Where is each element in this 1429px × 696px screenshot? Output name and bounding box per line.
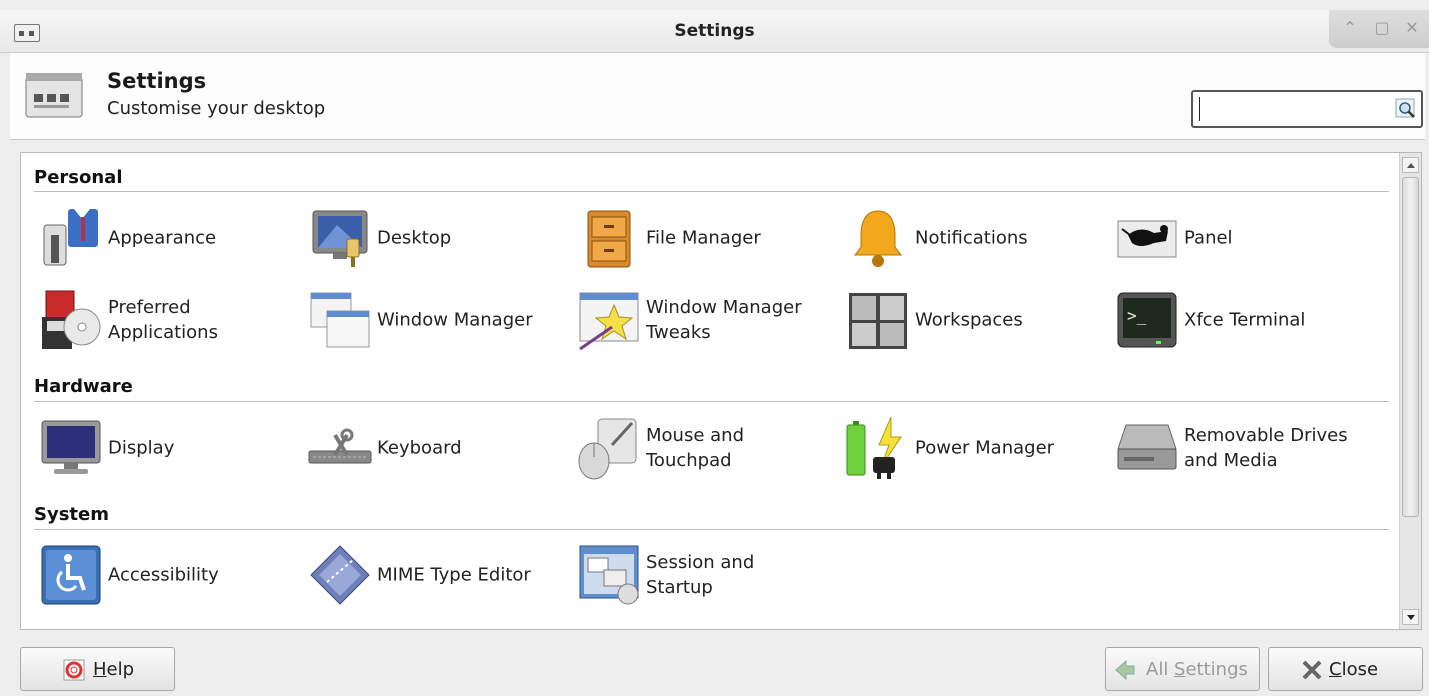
close-icon[interactable]: ✕ — [1403, 19, 1421, 37]
item-desktop[interactable]: Desktop — [307, 205, 572, 271]
item-label: Session and Startup — [646, 552, 755, 598]
item-label: Power Manager — [915, 437, 1055, 459]
battery-icon — [846, 416, 902, 479]
drive-icon — [1117, 424, 1177, 470]
all-settings-button[interactable]: All Settings — [1105, 647, 1260, 691]
item-power-manager[interactable]: Power Manager — [845, 415, 1110, 481]
desktop-icon — [312, 210, 368, 267]
item-xfce-terminal[interactable]: >_ Xfce Terminal — [1114, 287, 1379, 353]
item-removable-drives[interactable]: Removable Drives and Media — [1114, 415, 1379, 481]
header-subtitle: Customise your desktop — [107, 98, 326, 119]
bell-icon — [854, 210, 902, 267]
item-label: Mouse and Touchpad — [646, 425, 744, 471]
search-input[interactable] — [1191, 90, 1423, 128]
item-label: MIME Type Editor — [377, 564, 531, 586]
scrollbar-thumb[interactable] — [1402, 177, 1419, 517]
search-icon[interactable] — [1395, 98, 1417, 120]
item-file-manager[interactable]: File Manager — [576, 205, 841, 271]
item-label: Display — [108, 437, 175, 459]
item-window-manager-tweaks[interactable]: Window Manager Tweaks — [576, 287, 841, 353]
item-label: Notifications — [915, 227, 1028, 249]
item-notifications[interactable]: Notifications — [845, 205, 1110, 271]
display-icon — [41, 420, 101, 474]
mime-icon — [310, 545, 370, 605]
item-label: Workspaces — [915, 309, 1023, 331]
section-title-personal: Personal — [34, 167, 123, 188]
terminal-icon: >_ — [1117, 292, 1177, 348]
item-label: Xfce Terminal — [1184, 309, 1306, 331]
file-manager-icon — [587, 210, 631, 268]
item-display[interactable]: Display — [38, 415, 303, 481]
item-accessibility[interactable]: Accessibility — [38, 542, 303, 608]
panel-icon — [1117, 220, 1177, 258]
preferred-applications-icon — [42, 290, 101, 349]
all-settings-button-label: All Settings — [1146, 659, 1248, 680]
help-button-label: Help — [93, 659, 135, 680]
item-label: Accessibility — [108, 564, 219, 586]
item-window-manager[interactable]: Window Manager — [307, 287, 572, 353]
item-keyboard[interactable]: Keyboard — [307, 415, 572, 481]
section-title-hardware: Hardware — [34, 376, 133, 397]
item-label: Keyboard — [377, 437, 462, 459]
window-controls: ⌃ ▢ ✕ — [1329, 10, 1429, 48]
section-divider — [34, 401, 1389, 402]
close-x-icon — [1302, 660, 1322, 680]
accessibility-icon — [41, 545, 101, 605]
section-divider — [34, 529, 1389, 530]
section-divider — [34, 191, 1389, 192]
back-arrow-icon — [1115, 659, 1135, 681]
minimize-icon[interactable]: ⌃ — [1341, 19, 1359, 37]
section-title-system: System — [34, 504, 109, 525]
item-preferred-applications[interactable]: Preferred Applications — [38, 287, 303, 353]
item-label: Desktop — [377, 227, 452, 249]
header-title: Settings — [107, 69, 207, 93]
item-mime-type-editor[interactable]: MIME Type Editor — [307, 542, 572, 608]
settings-list: Personal Appearance Desktop File Manager… — [20, 152, 1422, 630]
help-button[interactable]: Help — [20, 647, 175, 691]
window-title: Settings — [674, 21, 755, 41]
item-label: Appearance — [108, 227, 217, 249]
item-label: Window Manager — [377, 309, 533, 331]
settings-manager-icon — [25, 73, 83, 118]
window-manager-icon — [310, 292, 370, 348]
mouse-icon — [578, 418, 637, 480]
title-bar: Settings ⌃ ▢ ✕ — [0, 10, 1429, 53]
item-label: Removable Drives and Media — [1184, 425, 1348, 471]
text-cursor — [1199, 97, 1200, 121]
svg-text:>_: >_ — [1127, 306, 1147, 325]
item-label: Window Manager Tweaks — [646, 297, 802, 343]
item-workspaces[interactable]: Workspaces — [845, 287, 1110, 353]
close-button-label: Close — [1329, 659, 1379, 680]
window-manager-tweaks-icon — [579, 292, 639, 351]
workspaces-icon — [849, 293, 907, 349]
lifebuoy-icon — [63, 659, 85, 681]
maximize-icon[interactable]: ▢ — [1373, 19, 1391, 37]
close-button[interactable]: Close — [1268, 647, 1423, 691]
scroll-up-icon[interactable] — [1402, 157, 1419, 173]
item-label: Preferred Applications — [108, 297, 218, 343]
appearance-icon — [43, 209, 98, 266]
item-appearance[interactable]: Appearance — [38, 205, 303, 271]
item-label: File Manager — [646, 227, 761, 249]
item-panel[interactable]: Panel — [1114, 205, 1379, 271]
scroll-down-icon[interactable] — [1402, 609, 1419, 625]
item-session-startup[interactable]: Session and Startup — [576, 542, 841, 608]
item-mouse-touchpad[interactable]: Mouse and Touchpad — [576, 415, 841, 481]
item-label: Panel — [1184, 227, 1233, 249]
vertical-scrollbar[interactable] — [1399, 153, 1421, 629]
dialog-header: Settings Customise your desktop — [10, 53, 1425, 140]
keyboard-icon — [308, 428, 372, 464]
session-icon — [579, 545, 639, 605]
